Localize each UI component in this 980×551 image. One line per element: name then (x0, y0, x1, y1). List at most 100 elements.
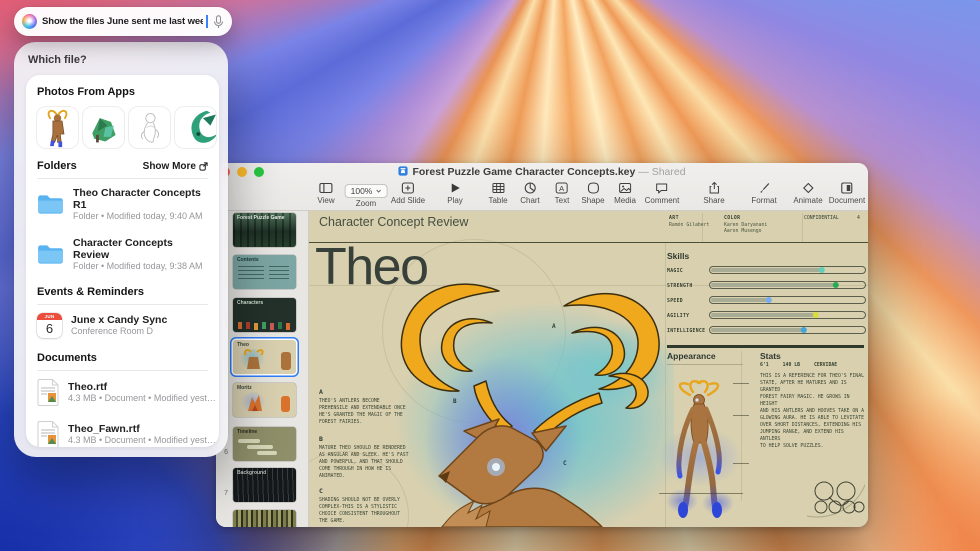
documents-section-title: Documents (37, 352, 97, 364)
chevron-down-icon (376, 189, 381, 193)
slide-thumbnail-contents[interactable]: Contents (233, 255, 296, 289)
document-icon (829, 181, 865, 196)
folder-icon (38, 195, 63, 214)
slide-thumbnail-timeline[interactable]: Timeline (233, 427, 296, 461)
titlebar[interactable]: Forest Puzzle Game Character Concepts.ke… (216, 163, 868, 180)
event-row[interactable]: JUN 6 June x Candy Sync Conference Room D (37, 305, 208, 345)
section-divider (667, 345, 864, 348)
svg-text:A: A (559, 184, 564, 193)
slide-thumbnail-background[interactable]: Background (233, 468, 296, 502)
toolbar-view-button[interactable]: View (317, 181, 335, 205)
microphone-icon[interactable] (213, 14, 224, 29)
skill-bar-speed (709, 296, 866, 304)
view-icon (317, 181, 334, 196)
thumb-fox-art (248, 395, 262, 411)
art-mark-a: A (552, 323, 556, 330)
skill-bar-strength (709, 281, 866, 289)
photo-results (37, 107, 216, 148)
slide-navigator: 1 Forest Puzzle Game 2 Contents 3 Charac… (216, 211, 308, 527)
toolbar-format-button[interactable]: Format (751, 181, 777, 205)
rtf-document-icon (37, 379, 59, 406)
theo-character-illustration (394, 283, 674, 527)
shared-badge: — Shared (638, 166, 686, 178)
toolbar-play-button[interactable]: Play (447, 181, 463, 205)
photo-result-green-creature[interactable] (83, 107, 124, 148)
photo-result-dragon[interactable] (175, 107, 216, 148)
media-icon (614, 181, 636, 196)
show-more-button[interactable]: Show More (143, 161, 208, 172)
desktop: Forest Puzzle Game Character Concepts.ke… (0, 0, 980, 551)
slide-page-number: 4 (857, 216, 860, 221)
art-mark-c: C (563, 460, 567, 467)
skills-heading: Skills (667, 251, 690, 261)
keynote-window: Forest Puzzle Game Character Concepts.ke… (216, 163, 868, 527)
stats-values: 6'1 140 LB CERVIDAE (760, 363, 838, 368)
photos-section-title: Photos From Apps (37, 86, 135, 98)
format-icon (751, 181, 776, 196)
toolbar-media-button[interactable]: Media (614, 181, 636, 205)
siri-icon (22, 14, 37, 29)
stats-heading: Stats (760, 351, 781, 361)
toolbar-chart-button[interactable]: Chart (520, 181, 540, 205)
credit-art: ART Ramón Gilabert (669, 216, 710, 228)
add-slide-icon (391, 181, 425, 196)
siri-search-bar[interactable]: Show the files June sent me last week (14, 7, 232, 36)
toolbar-share-button[interactable]: Share (703, 181, 725, 205)
photo-result-sketch[interactable] (129, 107, 170, 148)
confidential-label: CONFIDENTIAL (804, 216, 839, 221)
shape-icon (581, 181, 604, 196)
photo-result-deer[interactable] (37, 107, 78, 148)
credit-color: COLOR Karen Daryanani Aaron Musengo (724, 216, 768, 234)
text-icon: A (555, 181, 570, 196)
theo-appearance-reference (658, 379, 742, 518)
slide-header-title: Character Concept Review (319, 215, 469, 229)
toolbar-table-button[interactable]: Table (488, 181, 508, 205)
slide-thumbnail-moritz[interactable]: Moritz (233, 383, 296, 417)
toolbar-document-button[interactable]: Document (829, 181, 865, 205)
slide-number: 7 (224, 490, 228, 497)
toolbar-text-button[interactable]: A Text (555, 181, 570, 205)
toolbar-add-slide-button[interactable]: Add Slide (391, 181, 425, 205)
slide-thumbnail-theo-selected[interactable]: Theo (233, 340, 296, 374)
slide-thumbnail-characters[interactable]: Characters (233, 298, 296, 332)
play-icon (447, 181, 463, 196)
calendar-icon: JUN 6 (37, 313, 62, 338)
annotation-a: A THEO'S ANTLERS BECOME PREHENSILE AND E… (319, 388, 406, 425)
appearance-heading: Appearance (667, 351, 716, 361)
animate-icon (793, 181, 822, 196)
slide-thumbnail-forest-puzzle-game[interactable]: Forest Puzzle Game (233, 213, 296, 247)
skill-bar-intelligence (709, 326, 866, 334)
document-row[interactable]: Theo_Fawn.rtf 4.3 MB • Document • Modifie… (37, 413, 216, 447)
toolbar-animate-button[interactable]: Animate (793, 181, 823, 205)
results-card: Photos From Apps Folders Show More Theo … (26, 75, 219, 447)
text-cursor (206, 15, 208, 28)
document-row[interactable]: Theo.rtf 4.3 MB • Document • Modified yes… (37, 371, 216, 413)
toolbar-zoom-control[interactable]: 100% Zoom (344, 181, 388, 208)
toolbar-comment-button[interactable]: Comment (645, 181, 680, 205)
events-section-title: Events & Reminders (37, 286, 144, 298)
panel-question: Which file? (28, 54, 87, 66)
skill-bar-agility (709, 311, 866, 319)
folder-icon (38, 245, 63, 264)
studio-logo-glyph (807, 481, 865, 518)
annotation-b: B MATURE THEO SHOULD BE RENDERED AS ANGU… (319, 435, 409, 479)
search-input[interactable]: Show the files June sent me last week (42, 16, 203, 27)
skill-bar-magic (709, 266, 866, 274)
window-chrome: Forest Puzzle Game Character Concepts.ke… (216, 163, 868, 211)
open-in-new-icon (199, 161, 208, 171)
character-chips (238, 322, 242, 329)
zoom-value[interactable]: 100% (344, 184, 388, 198)
baseline-guide (659, 493, 743, 494)
toolbar: View 100% Zoom Add Slide Play Table Char… (216, 180, 868, 210)
folder-row[interactable]: Theo Character Concepts R1 Folder • Modif… (37, 179, 208, 229)
art-mark-b: B (453, 398, 457, 405)
comment-icon (645, 181, 680, 196)
slide-thumbnail-bamboo[interactable] (233, 510, 296, 527)
share-icon (703, 181, 724, 196)
slide-canvas[interactable]: Character Concept Review ART Ramón Gilab… (308, 211, 868, 527)
toolbar-shape-button[interactable]: Shape (581, 181, 605, 205)
keynote-app-icon (398, 166, 409, 176)
stats-description: THIS IS A REFERENCE FOR THEO'S FINAL STA… (760, 374, 864, 449)
table-icon (488, 181, 507, 196)
folder-row[interactable]: Character Concepts Review Folder • Modifi… (37, 229, 208, 279)
